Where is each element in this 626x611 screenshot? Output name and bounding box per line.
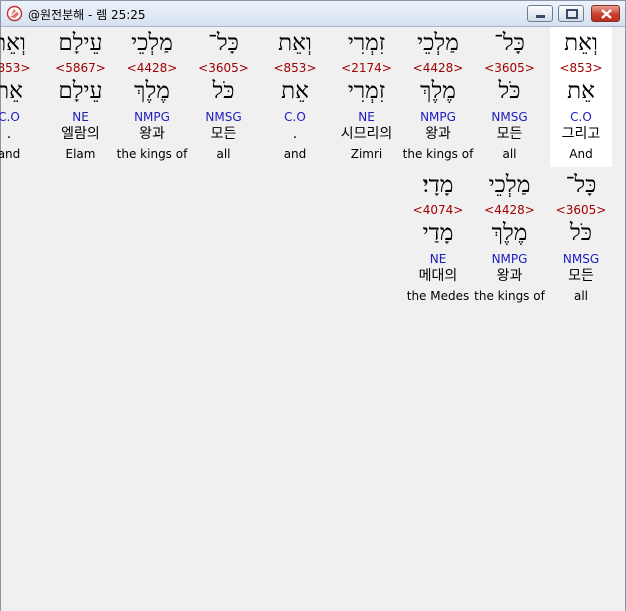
morphology-code: NE [429, 252, 447, 266]
close-button[interactable] [591, 5, 620, 22]
window-title: @원전분해 - 렘 25:25 [28, 8, 146, 22]
word-column[interactable]: עֵילָם <5867> עֵילָם NE 엘람의 Elam [50, 27, 112, 167]
title-bar[interactable]: @원전분해 - 렘 25:25 [1, 1, 625, 27]
word-column[interactable]: וְאֵת<853>אֵתC.O.and [0, 27, 40, 167]
word-column[interactable]: זִמְרִי <2174> זִמְרִי NE 시므리의 Zimri [336, 27, 398, 167]
strong-number-link[interactable]: <853> [0, 61, 52, 75]
english-gloss: the Medes [406, 289, 470, 303]
korean-gloss: . [6, 126, 12, 142]
minimize-button[interactable] [527, 5, 553, 22]
interlinear-panel[interactable]: וְאֵת <853> אֵת C.O 그리고 And כָּל־ <3605> כֹּל NMS… [0, 27, 619, 605]
word-column[interactable]: וְאֵת<853>אֵתC.O.and [264, 27, 326, 167]
word-column[interactable]: מַלְכֵי <4428> מֶלֶךְ NMPG 왕과 the kings of [117, 27, 188, 167]
word-column[interactable]: כָּל־ <3605> כֹּל NMSG 모든 all [479, 27, 541, 167]
morphology-code: C.O [0, 110, 20, 124]
word-column[interactable]: כָּל־ <3605> כֹּל NMSG 모든 all [550, 169, 612, 309]
hebrew-word: מָדָי׃ [422, 172, 454, 198]
app-window: @원전분해 - 렘 25:25 וְאֵת <853> אֵת C.O 그리고 And כָ… [0, 0, 626, 611]
word-column[interactable]: כָּל־ <3605> כֹּל NMSG 모든 all [193, 27, 255, 167]
word-column[interactable]: מַלְכֵי <4428> מֶלֶךְ NMPG 왕과 the kings of [403, 27, 474, 167]
english-gloss: and [0, 147, 21, 161]
maximize-button[interactable] [558, 5, 584, 22]
strong-number-link[interactable]: <4074> [395, 203, 481, 217]
korean-gloss: 메대의 [418, 268, 458, 284]
word-column[interactable]: מַלְכֵי <4428> מֶלֶךְ NMPG 왕과 the kings of [474, 169, 545, 309]
word-column[interactable]: מָדָי׃ <4074> מָדַי NE 메대의 the Medes [407, 169, 470, 309]
window-bottom-border [1, 605, 625, 611]
hebrew-word: וְאֵת [0, 30, 26, 56]
app-logo-icon [6, 5, 23, 22]
lemma-word: מָדַי [422, 220, 454, 246]
word-column[interactable]: וְאֵת <853> אֵת C.O 그리고 And [550, 27, 612, 167]
lemma-word: אֵת [0, 78, 23, 104]
